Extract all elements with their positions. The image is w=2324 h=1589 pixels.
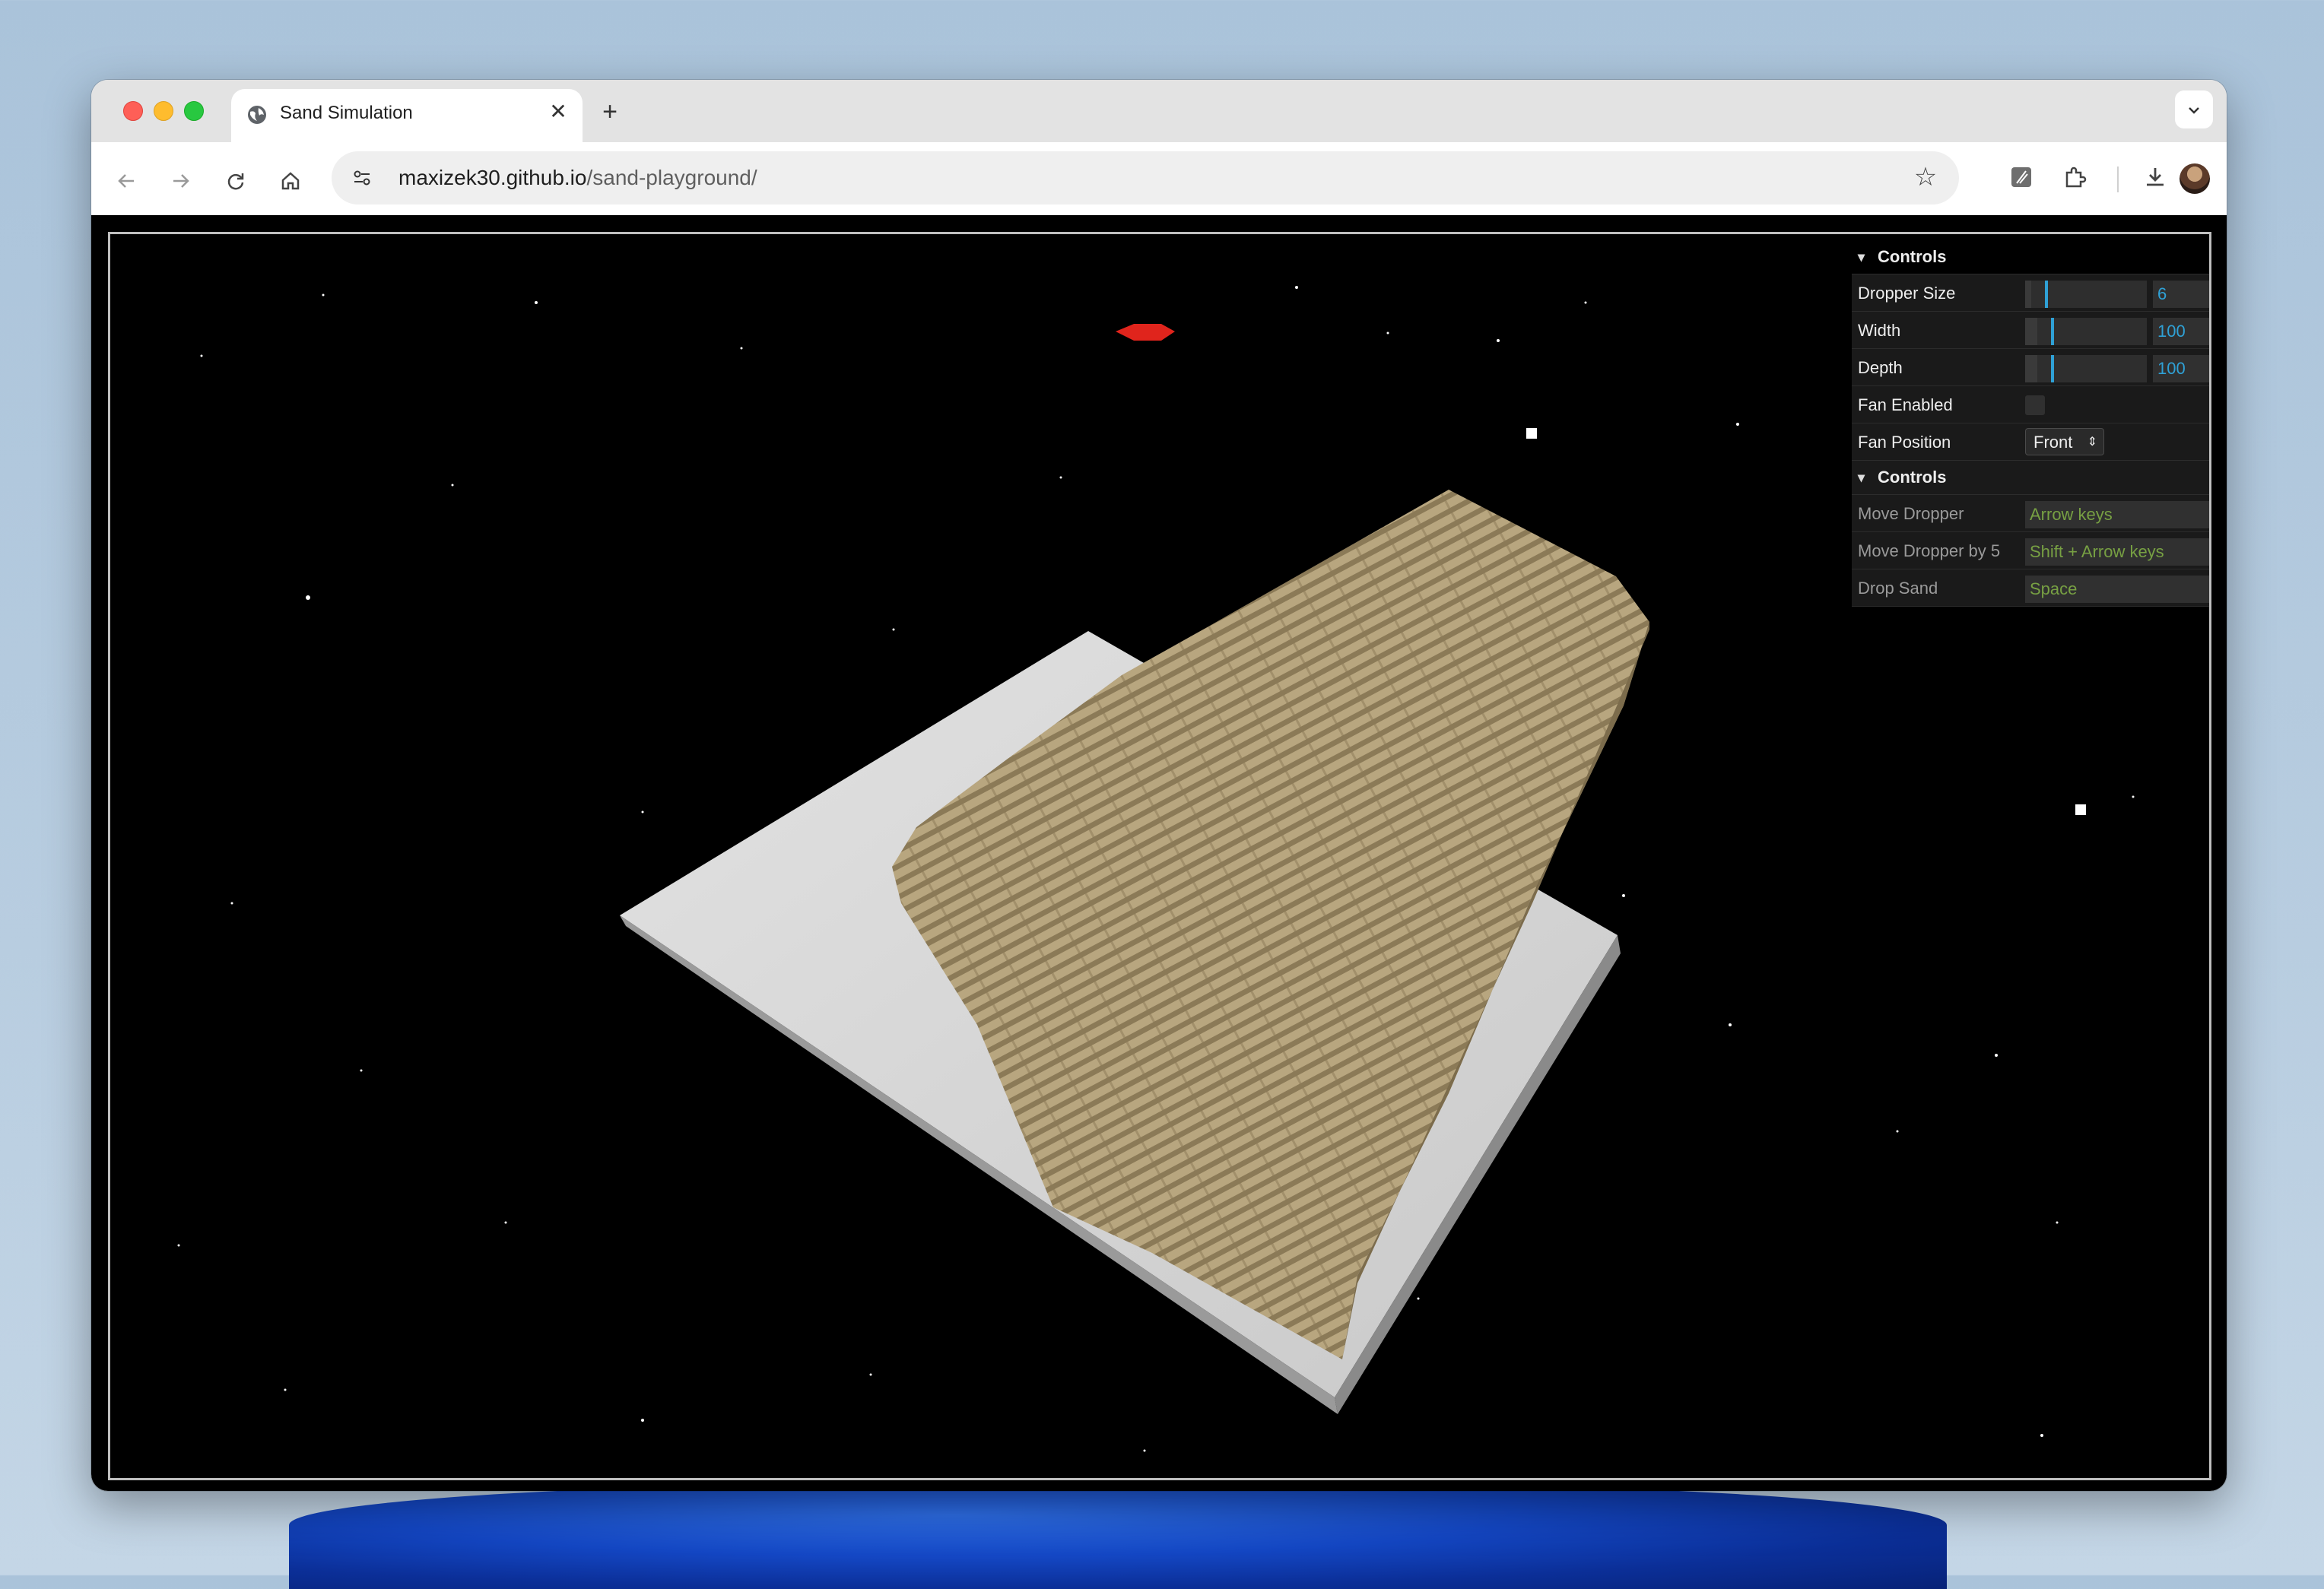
fan-position-select[interactable]: Front ⇕ — [2025, 428, 2104, 455]
fan-position-control: Fan Position Front ⇕ — [1852, 423, 2209, 461]
chevron-down-icon: ▾ — [1858, 470, 1865, 485]
fan-enabled-checkbox[interactable] — [2025, 395, 2045, 415]
home-icon — [279, 165, 302, 192]
slider-thumb[interactable] — [2051, 318, 2054, 345]
url-path: /sand-playground/ — [586, 166, 757, 189]
fan-enabled-control: Fan Enabled — [1852, 386, 2209, 423]
slider-fill — [2025, 281, 2031, 308]
tab-sand-simulation[interactable]: Sand Simulation ✕ — [231, 89, 583, 142]
url-text: maxizek30.github.io/sand-playground/ — [398, 166, 757, 190]
browser-toolbar: maxizek30.github.io/sand-playground/ ☆ — [91, 142, 2227, 216]
close-icon[interactable]: ✕ — [544, 98, 572, 125]
avatar[interactable] — [2180, 163, 2210, 194]
chevron-down-icon — [2186, 100, 2202, 119]
back-button[interactable] — [108, 160, 144, 197]
width-control: Width 100 — [1852, 312, 2209, 349]
folder-title: Controls — [1878, 247, 1947, 266]
tab-title: Sand Simulation — [280, 103, 413, 123]
forward-button[interactable] — [163, 160, 199, 197]
reload-button[interactable] — [217, 160, 254, 197]
drop-sand-value: Space — [2025, 576, 2209, 603]
simulation-canvas[interactable]: ▾ Controls Dropper Size 6 Width 100 Dept… — [108, 232, 2211, 1480]
reload-icon — [224, 165, 247, 192]
drop-sand-row: Drop Sand Space — [1852, 569, 2209, 607]
controls-panel: ▾ Controls Dropper Size 6 Width 100 Dept… — [1852, 240, 2209, 607]
fan-position-value: Front — [2034, 433, 2073, 452]
minimize-window-button[interactable] — [154, 101, 173, 121]
slider-thumb[interactable] — [2045, 281, 2048, 308]
move-dropper-by-5-row: Move Dropper by 5 Shift + Arrow keys — [1852, 532, 2209, 569]
new-tab-button[interactable]: + — [593, 95, 627, 128]
plus-icon: + — [602, 97, 618, 126]
download-icon[interactable] — [2137, 159, 2173, 195]
folder-title: Controls — [1878, 468, 1947, 487]
chevron-down-icon: ▾ — [1858, 249, 1865, 265]
move-dropper-by-5-label: Move Dropper by 5 — [1858, 541, 2001, 560]
star-icon[interactable]: ☆ — [1910, 162, 1941, 192]
puzzle-icon[interactable] — [2056, 159, 2093, 195]
address-bar[interactable]: maxizek30.github.io/sand-playground/ ☆ — [332, 151, 1959, 205]
slider-fill — [2025, 355, 2037, 382]
width-label: Width — [1858, 321, 1901, 340]
globe-icon — [246, 104, 268, 125]
dropper-size-slider[interactable] — [2025, 281, 2147, 308]
dropper-size-label: Dropper Size — [1858, 284, 1956, 303]
maximize-window-button[interactable] — [184, 101, 204, 121]
move-dropper-by-5-value: Shift + Arrow keys — [2025, 538, 2209, 566]
browser-window: Sand Simulation ✕ + maxizek30.github.io/… — [91, 80, 2227, 1491]
fan-enabled-label: Fan Enabled — [1858, 395, 1953, 414]
toolbar-divider — [2117, 167, 2119, 192]
depth-label: Depth — [1858, 358, 1903, 377]
dropper-size-control: Dropper Size 6 — [1852, 274, 2209, 312]
slider-thumb[interactable] — [2051, 355, 2054, 382]
move-dropper-value: Arrow keys — [2025, 501, 2209, 528]
close-window-button[interactable] — [123, 101, 143, 121]
fan-position-label: Fan Position — [1858, 433, 1951, 452]
move-dropper-row: Move Dropper Arrow keys — [1852, 495, 2209, 532]
back-icon — [115, 165, 138, 192]
site-info-icon[interactable] — [345, 161, 379, 195]
width-input[interactable]: 100 — [2153, 318, 2209, 345]
desktop-wallpaper — [289, 1483, 1947, 1589]
forward-icon — [170, 165, 192, 192]
move-dropper-label: Move Dropper — [1858, 504, 1964, 523]
extension-icon[interactable] — [2003, 159, 2040, 195]
sand-dropper — [1116, 324, 1175, 341]
width-slider[interactable] — [2025, 318, 2147, 345]
controls-folder-header[interactable]: ▾ Controls — [1852, 240, 2209, 274]
depth-control: Depth 100 — [1852, 349, 2209, 386]
drop-sand-label: Drop Sand — [1858, 579, 1938, 598]
page-viewport: ▾ Controls Dropper Size 6 Width 100 Dept… — [91, 215, 2227, 1491]
depth-slider[interactable] — [2025, 355, 2147, 382]
depth-input[interactable]: 100 — [2153, 355, 2209, 382]
dropper-size-input[interactable]: 6 — [2153, 281, 2209, 308]
tab-strip: Sand Simulation ✕ + — [91, 80, 2227, 142]
select-arrows-icon: ⇕ — [2087, 436, 2097, 449]
keys-folder-header[interactable]: ▾ Controls — [1852, 461, 2209, 495]
url-host: maxizek30.github.io — [398, 166, 587, 189]
tab-search-button[interactable] — [2175, 90, 2213, 128]
home-button[interactable] — [272, 160, 309, 197]
slider-fill — [2025, 318, 2037, 345]
